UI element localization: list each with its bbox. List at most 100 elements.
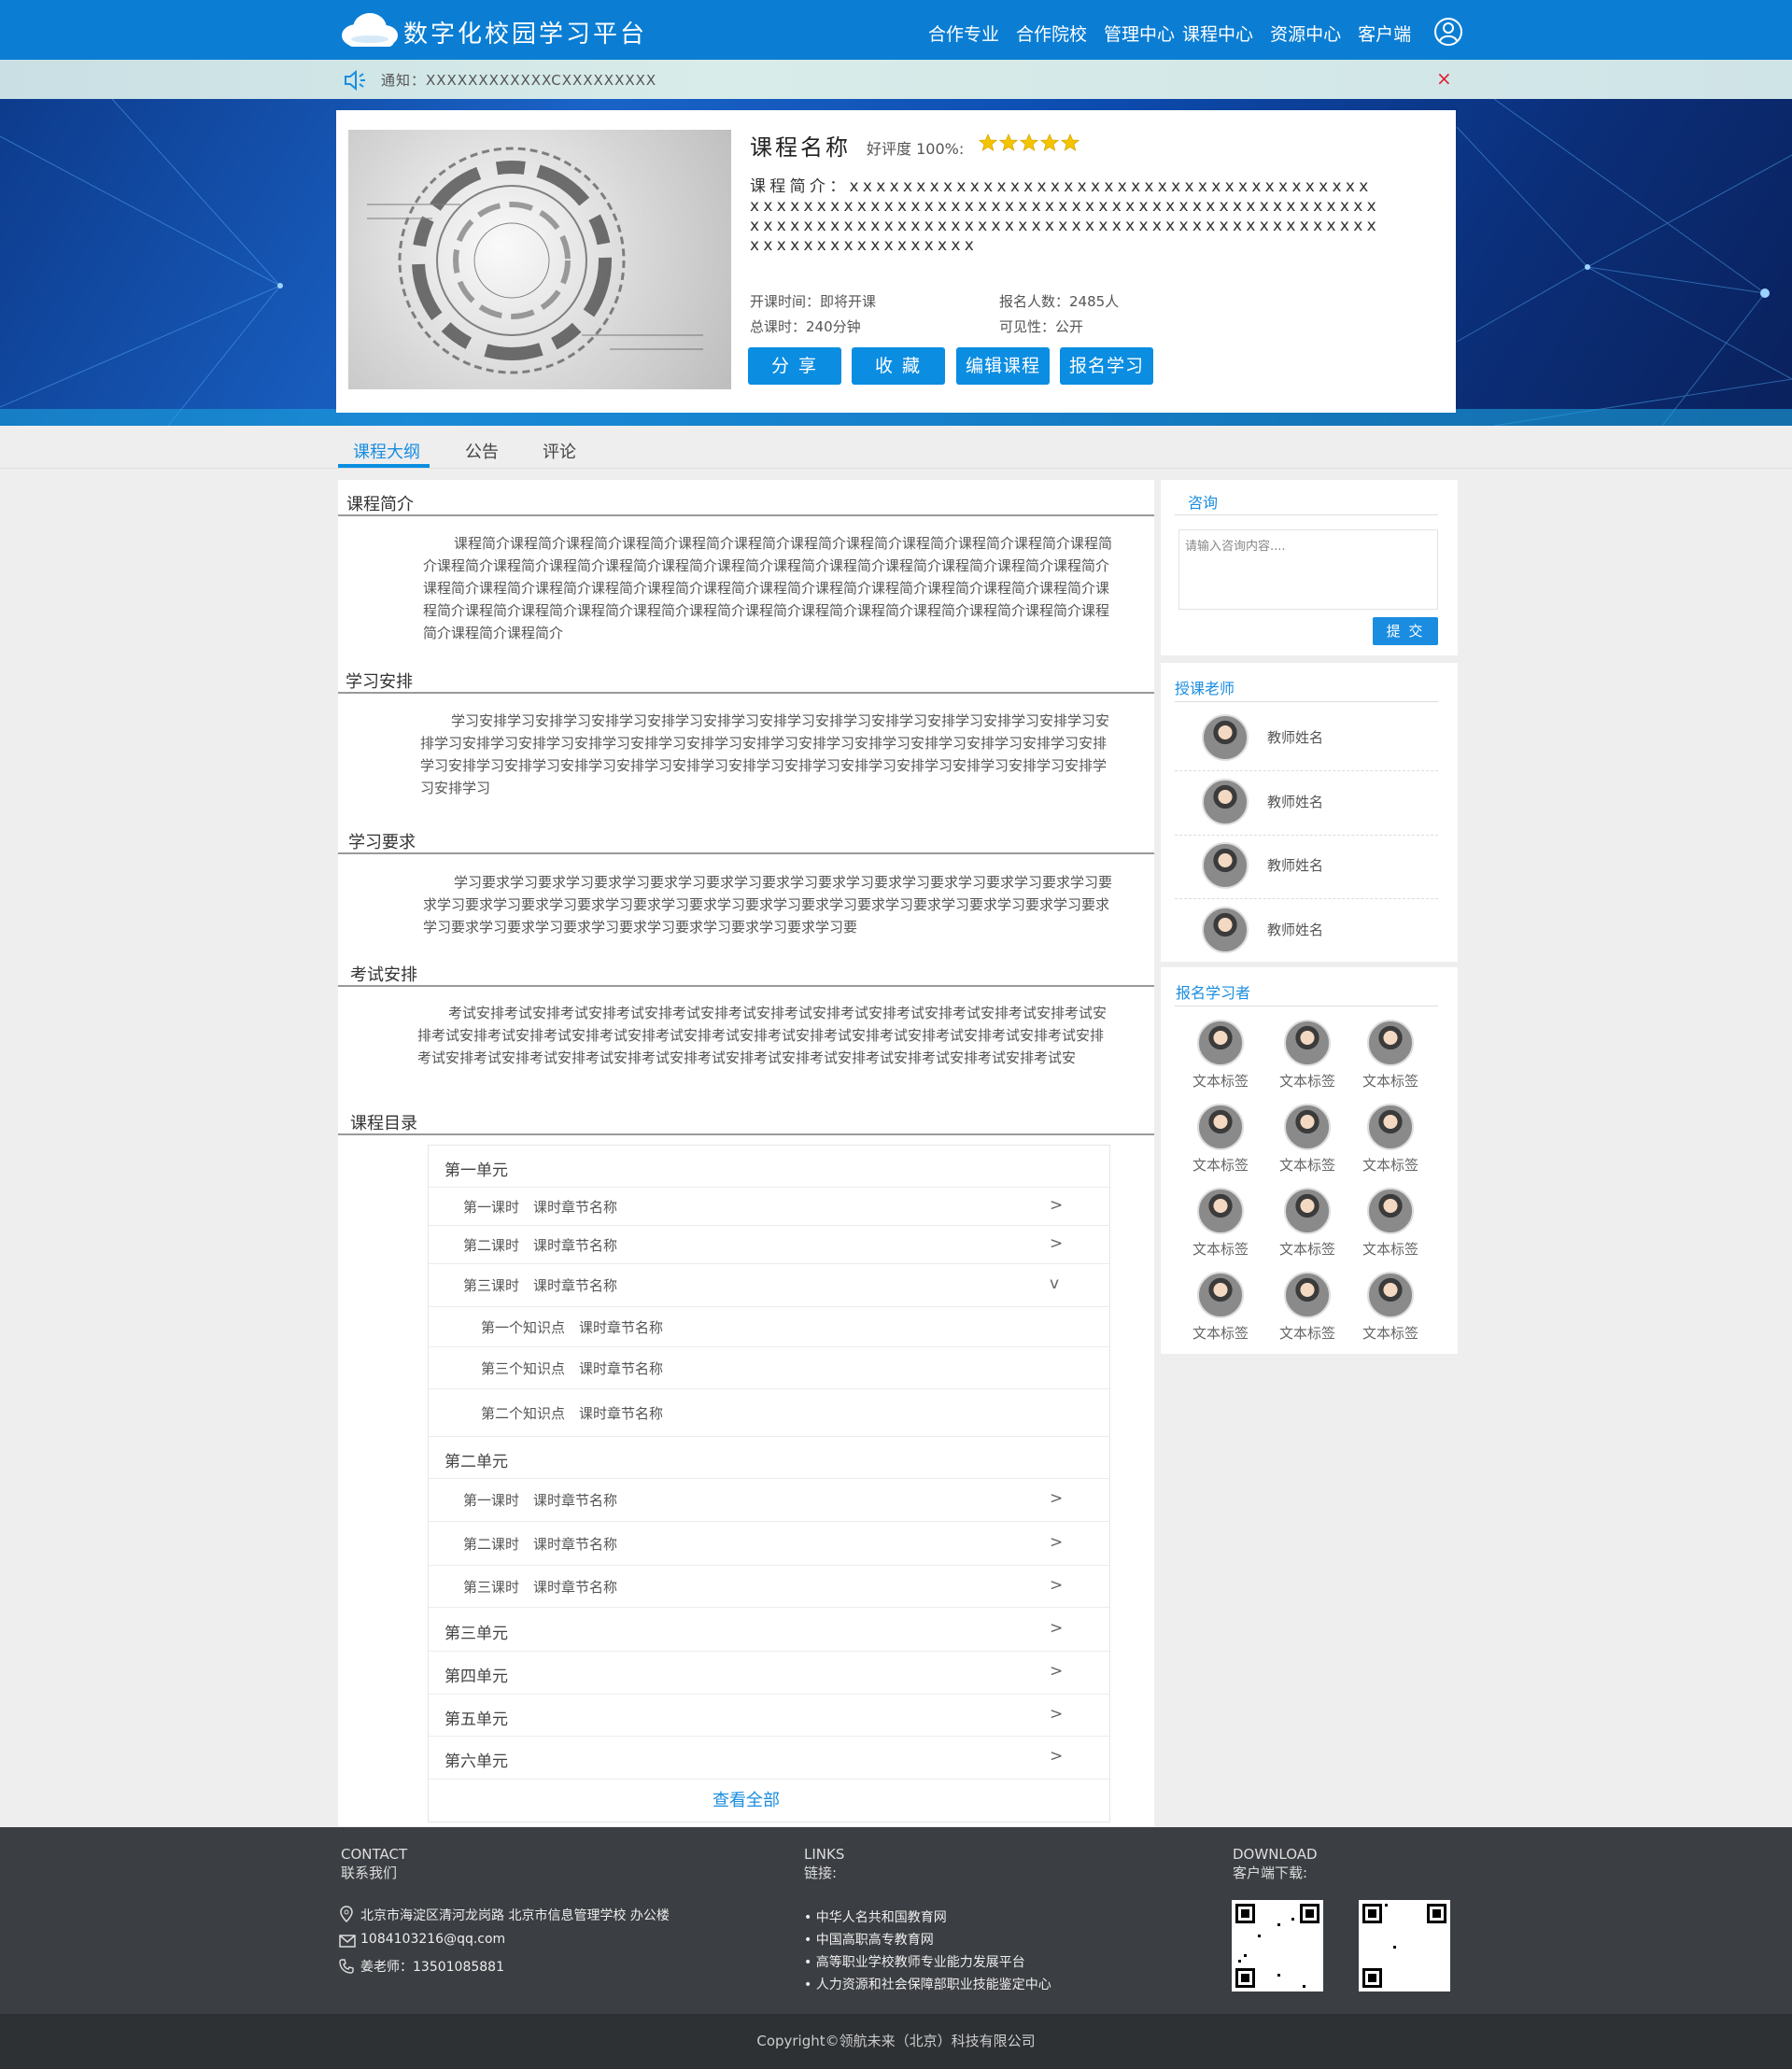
site-title[interactable]: 数字化校园学习平台: [403, 15, 647, 49]
catalog-unit-row[interactable]: [429, 1695, 1109, 1737]
teacher-avatar[interactable]: [1202, 714, 1249, 761]
chevron-right-icon[interactable]: >: [1050, 1196, 1063, 1215]
chevron-right-icon[interactable]: >: [1050, 1234, 1063, 1253]
qr-code-icon[interactable]: [1359, 1900, 1450, 1992]
student-avatar[interactable]: [1284, 1104, 1331, 1150]
chevron-right-icon[interactable]: >: [1050, 1747, 1063, 1766]
tab-comments[interactable]: 评论: [543, 439, 576, 463]
chevron-right-icon[interactable]: >: [1050, 1705, 1063, 1724]
nav-item-majors[interactable]: 合作专业: [928, 21, 999, 46]
student-label[interactable]: 文本标签: [1183, 1323, 1258, 1343]
main-nav: 合作专业 合作院校 管理中心 课程中心 资源中心 客户端: [928, 21, 1428, 46]
chevron-right-icon[interactable]: >: [1050, 1619, 1063, 1638]
teacher-name[interactable]: 教师姓名: [1267, 920, 1323, 939]
student-avatar[interactable]: [1197, 1104, 1244, 1150]
tab-outline[interactable]: 课程大纲: [353, 439, 420, 463]
student-avatar[interactable]: [1284, 1020, 1331, 1066]
catalog-unit-row[interactable]: [429, 1437, 1109, 1479]
contact-heading-cn: 联系我们: [341, 1865, 398, 1881]
star-icon: [1020, 134, 1038, 151]
cloud-logo-icon[interactable]: [336, 7, 402, 52]
student-label[interactable]: 文本标签: [1353, 1071, 1428, 1091]
section-divider: [338, 985, 1154, 987]
active-tab-indicator: [338, 464, 430, 468]
view-all-link[interactable]: 查看全部: [713, 1787, 780, 1811]
total-hours: 总课时：240分钟: [750, 318, 861, 335]
catalog-unit-row[interactable]: [429, 1652, 1109, 1695]
edit-course-button[interactable]: 编辑课程: [956, 347, 1050, 385]
nav-item-management[interactable]: 管理中心: [1104, 21, 1175, 46]
teacher-separator: [1175, 898, 1438, 899]
consult-textarea[interactable]: 请输入咨询内容....: [1178, 529, 1438, 610]
footer-link[interactable]: • 高等职业学校教师专业能力发展平台: [804, 1952, 1025, 1971]
course-name: 课程名称: [750, 134, 851, 161]
chevron-right-icon[interactable]: >: [1050, 1533, 1063, 1552]
nav-item-resources[interactable]: 资源中心: [1270, 21, 1341, 46]
unit-label: 第二单元: [444, 1452, 508, 1471]
section-title-exam: 考试安排: [350, 965, 417, 985]
student-label[interactable]: 文本标签: [1353, 1323, 1428, 1343]
teacher-avatar[interactable]: [1202, 907, 1249, 953]
qr-code-icon[interactable]: [1232, 1900, 1323, 1992]
rating-label: 好评度 100%:: [867, 140, 965, 158]
favorite-button[interactable]: 收 藏: [852, 347, 945, 385]
student-avatar[interactable]: [1197, 1020, 1244, 1066]
student-label[interactable]: 文本标签: [1270, 1239, 1345, 1259]
student-avatar[interactable]: [1367, 1272, 1414, 1318]
footer-link[interactable]: • 中国高职高专教育网: [804, 1930, 934, 1949]
nav-item-colleges[interactable]: 合作院校: [1016, 21, 1087, 46]
section-divider: [338, 692, 1154, 694]
student-avatar[interactable]: [1367, 1020, 1414, 1066]
catalog-unit-row[interactable]: [429, 1737, 1109, 1780]
student-avatar[interactable]: [1367, 1104, 1414, 1150]
user-account-icon[interactable]: [1433, 17, 1463, 47]
section-title-intro: 课程简介: [346, 495, 414, 514]
student-avatar[interactable]: [1367, 1188, 1414, 1234]
chevron-down-icon[interactable]: v: [1050, 1274, 1059, 1293]
footer-link[interactable]: • 中华人名共和国教育网: [804, 1907, 947, 1926]
student-label[interactable]: 文本标签: [1183, 1239, 1258, 1259]
phone-icon: [339, 1959, 354, 1974]
student-avatar[interactable]: [1284, 1272, 1331, 1318]
student-label[interactable]: 文本标签: [1270, 1323, 1345, 1343]
contact-address: 北京市海淀区清河龙岗路 北京市信息管理学校 办公楼: [360, 1908, 670, 1923]
chevron-right-icon[interactable]: >: [1050, 1662, 1063, 1681]
student-label[interactable]: 文本标签: [1353, 1239, 1428, 1259]
location-pin-icon: [340, 1906, 353, 1922]
star-icon: [999, 134, 1018, 151]
unit-label: 第六单元: [444, 1752, 508, 1771]
teacher-avatar[interactable]: [1202, 779, 1249, 825]
close-icon[interactable]: ×: [1436, 67, 1452, 90]
footer-link[interactable]: • 人力资源和社会保障部职业技能鉴定中心: [804, 1975, 1051, 1993]
contact-email[interactable]: 1084103216@qq.com: [360, 1932, 505, 1947]
student-label[interactable]: 文本标签: [1183, 1155, 1258, 1175]
tab-announcement[interactable]: 公告: [465, 439, 499, 463]
section-title-catalog: 课程目录: [350, 1114, 417, 1133]
teacher-name[interactable]: 教师姓名: [1267, 792, 1323, 811]
enroll-button[interactable]: 报名学习: [1060, 347, 1153, 385]
point-label: 第一个知识点 课时章节名称: [481, 1318, 664, 1336]
chevron-right-icon[interactable]: >: [1050, 1576, 1063, 1595]
teachers-title: 授课老师: [1175, 680, 1235, 697]
catalog-unit-row[interactable]: [429, 1146, 1109, 1188]
student-label[interactable]: 文本标签: [1353, 1155, 1428, 1175]
student-avatar[interactable]: [1284, 1188, 1331, 1234]
chevron-right-icon[interactable]: >: [1050, 1489, 1063, 1508]
teacher-avatar[interactable]: [1202, 842, 1249, 889]
teacher-name[interactable]: 教师姓名: [1267, 727, 1323, 747]
share-button[interactable]: 分 享: [748, 347, 841, 385]
student-label[interactable]: 文本标签: [1183, 1071, 1258, 1091]
student-label[interactable]: 文本标签: [1270, 1071, 1345, 1091]
catalog-unit-row[interactable]: [429, 1608, 1109, 1652]
student-avatar[interactable]: [1197, 1272, 1244, 1318]
student-avatar[interactable]: [1197, 1188, 1244, 1234]
nav-item-courses[interactable]: 课程中心: [1182, 21, 1253, 46]
panel-divider: [1175, 701, 1438, 702]
teacher-name[interactable]: 教师姓名: [1267, 855, 1323, 875]
submit-button[interactable]: 提 交: [1373, 617, 1438, 645]
student-label[interactable]: 文本标签: [1270, 1155, 1345, 1175]
links-heading-cn: 链接:: [804, 1865, 838, 1881]
nav-item-client[interactable]: 客户端: [1358, 21, 1411, 46]
star-icon: [1061, 134, 1079, 151]
course-cover-image[interactable]: [348, 130, 731, 389]
